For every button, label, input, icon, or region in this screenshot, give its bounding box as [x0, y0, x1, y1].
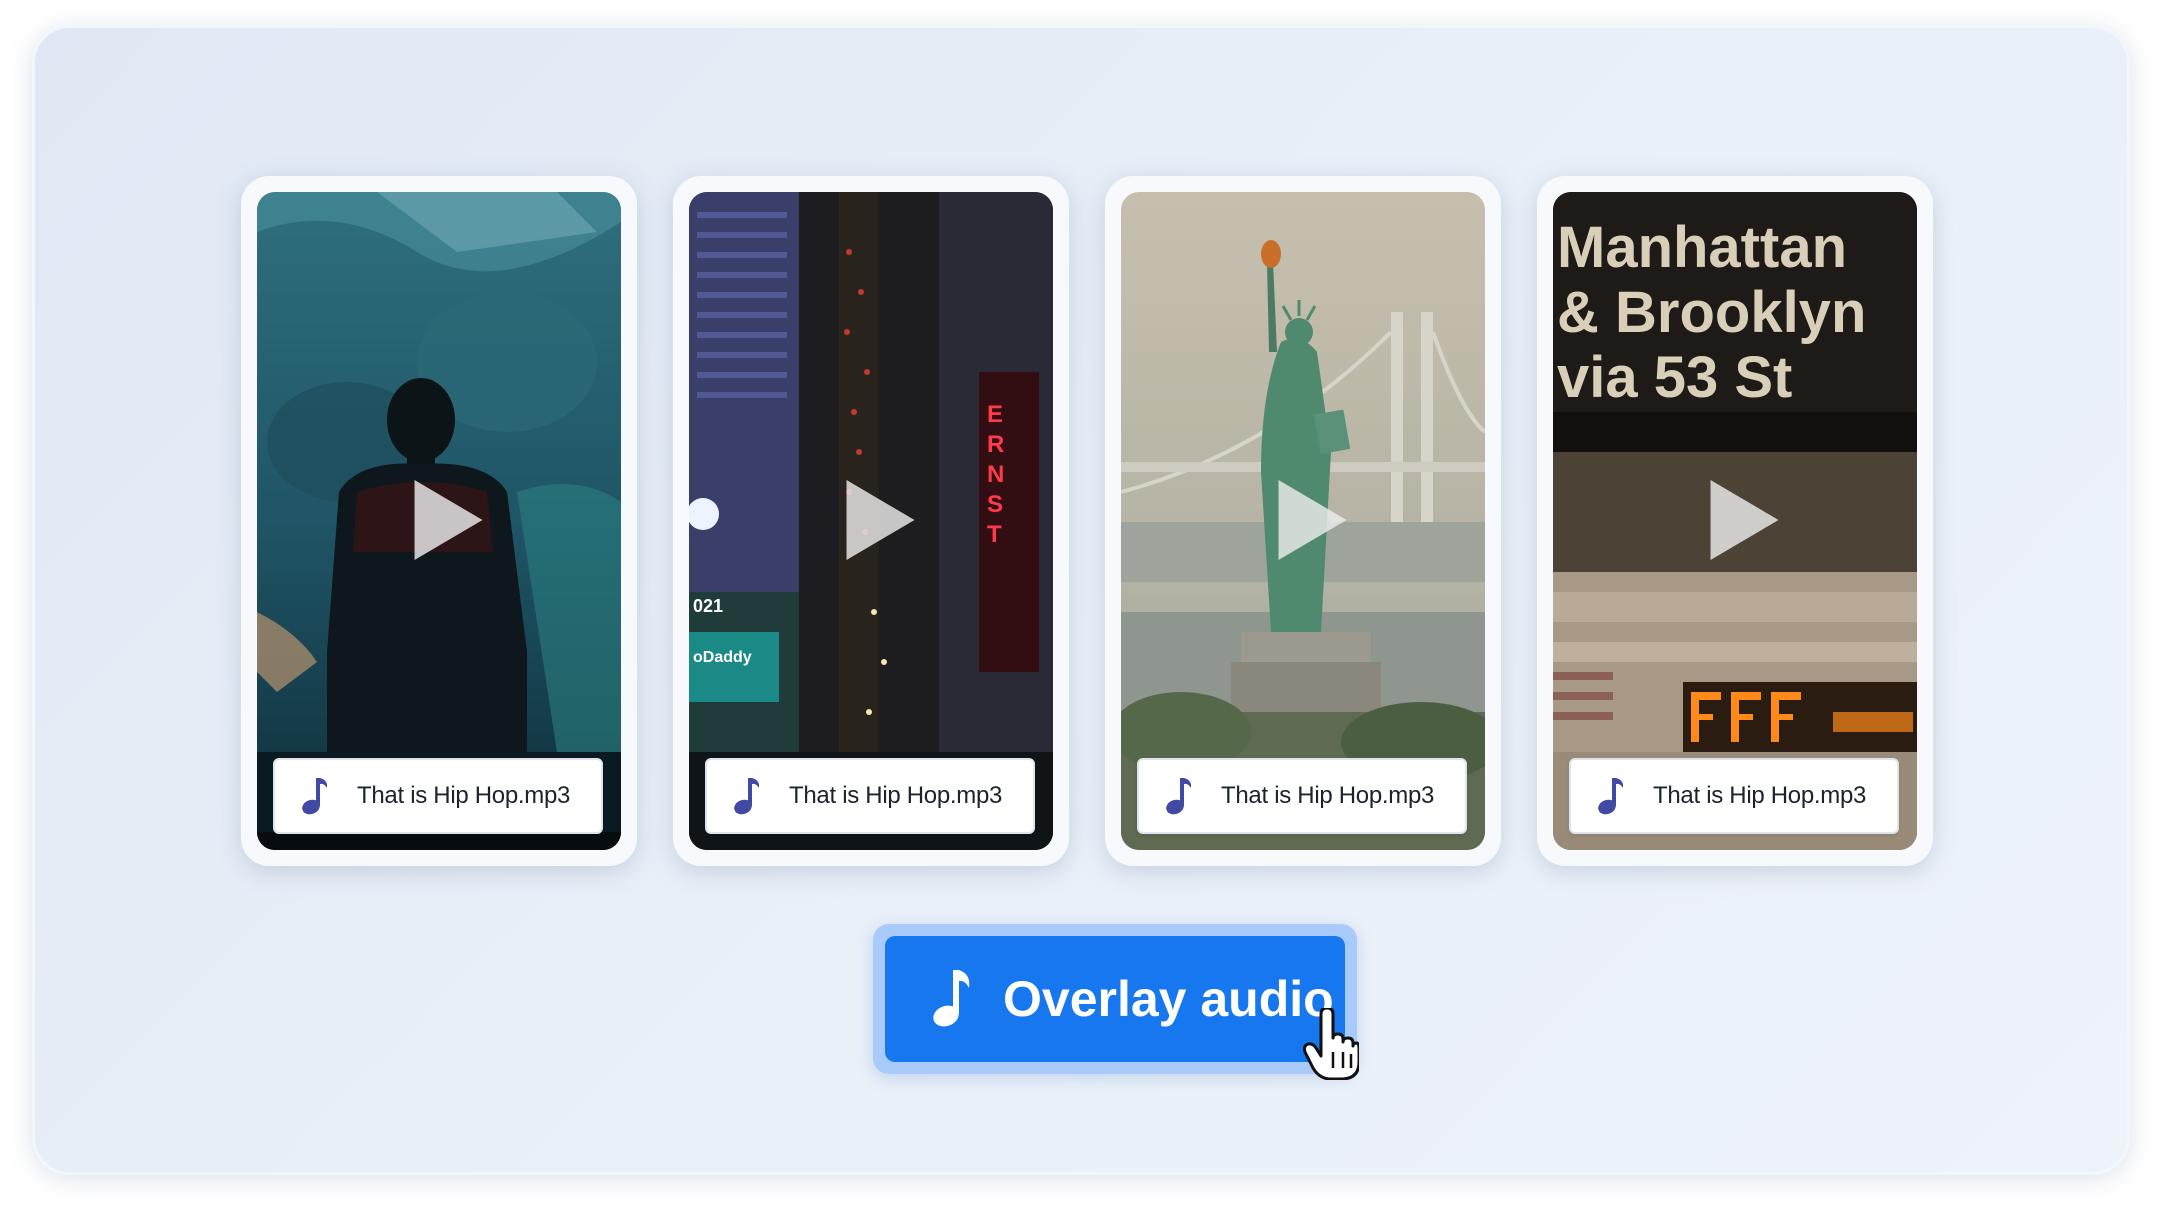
neon-sign-letter: R — [987, 431, 1004, 458]
music-note-icon — [734, 778, 760, 815]
hand-pointer-cursor-icon — [1303, 1008, 1359, 1080]
main-panel: That is Hip Hop.mp3 E R N S T oDaddy 021… — [32, 25, 2130, 1175]
overlay-audio-button-focus-ring: Overlay audio — [873, 924, 1357, 1074]
billboard-year: 021 — [693, 596, 723, 616]
music-note-icon — [933, 970, 970, 1027]
neon-sign-letter: E — [987, 401, 1003, 428]
play-icon[interactable] — [1710, 480, 1779, 560]
subway-sign-line3: via 53 St — [1557, 345, 1792, 410]
video-card-aquarium[interactable]: That is Hip Hop.mp3 — [241, 176, 637, 866]
neon-sign-letter: T — [987, 521, 1002, 548]
video-thumbnail[interactable]: That is Hip Hop.mp3 — [257, 192, 621, 850]
neon-sign-letter: N — [987, 461, 1004, 488]
play-icon[interactable] — [414, 480, 483, 560]
overlay-audio-button[interactable]: Overlay audio — [885, 936, 1345, 1062]
video-card-city-night[interactable]: E R N S T oDaddy 021 That is Hip Hop.mp3 — [673, 176, 1069, 866]
video-thumbnail[interactable]: Manhattan & Brooklyn via 53 St That is H… — [1553, 192, 1917, 850]
audio-file-label: That is Hip Hop.mp3 — [1653, 782, 1867, 809]
audio-chip[interactable]: That is Hip Hop.mp3 — [273, 758, 603, 834]
video-thumbnail[interactable]: E R N S T oDaddy 021 That is Hip Hop.mp3 — [689, 192, 1053, 850]
music-note-icon — [1598, 778, 1624, 815]
billboard-text: oDaddy — [693, 649, 752, 666]
music-note-icon — [1166, 778, 1192, 815]
neon-sign-letter: S — [987, 491, 1003, 518]
subway-sign-line1: Manhattan — [1557, 215, 1847, 280]
audio-file-label: That is Hip Hop.mp3 — [789, 782, 1003, 809]
play-icon[interactable] — [846, 480, 915, 560]
overlay-audio-label: Overlay audio — [1003, 971, 1334, 1027]
video-card-statue[interactable]: That is Hip Hop.mp3 — [1105, 176, 1501, 866]
music-note-icon — [302, 778, 328, 815]
audio-file-label: That is Hip Hop.mp3 — [1221, 782, 1435, 809]
audio-chip[interactable]: That is Hip Hop.mp3 — [705, 758, 1035, 834]
audio-chip[interactable]: That is Hip Hop.mp3 — [1569, 758, 1899, 834]
video-card-subway[interactable]: Manhattan & Brooklyn via 53 St That is H… — [1537, 176, 1933, 866]
audio-file-label: That is Hip Hop.mp3 — [357, 782, 571, 809]
play-icon[interactable] — [1278, 480, 1347, 560]
video-thumbnail[interactable]: That is Hip Hop.mp3 — [1121, 192, 1485, 850]
audio-chip[interactable]: That is Hip Hop.mp3 — [1137, 758, 1467, 834]
subway-sign-line2: & Brooklyn — [1557, 280, 1866, 345]
